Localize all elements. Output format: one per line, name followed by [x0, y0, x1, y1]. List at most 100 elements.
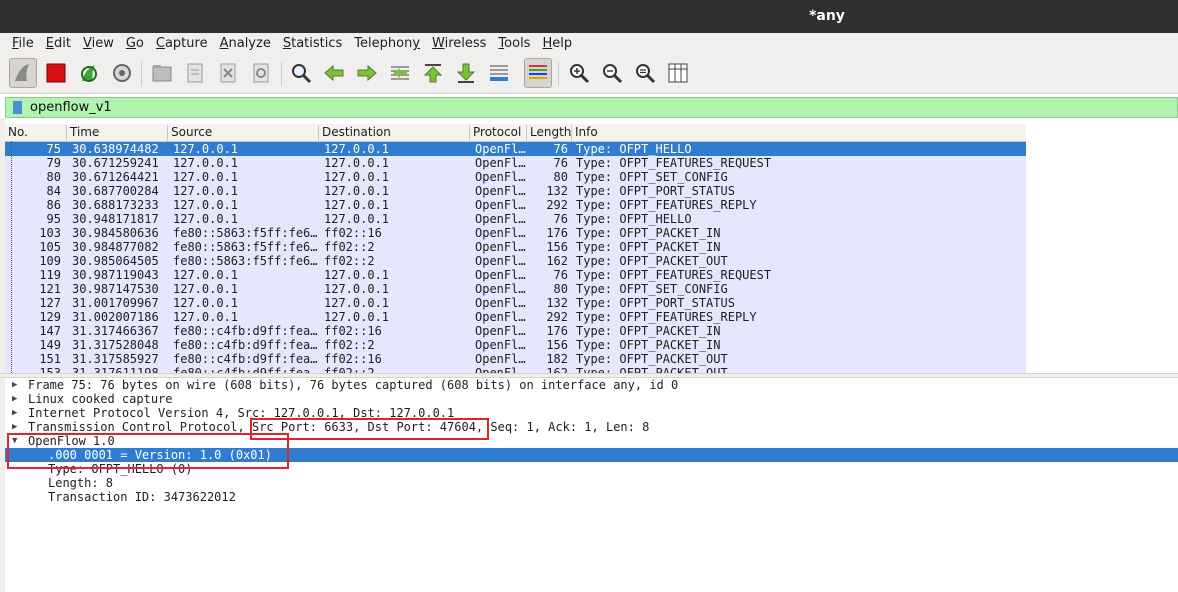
collapse-arrow-icon[interactable]: ▶	[12, 392, 17, 406]
column-header-no[interactable]: No.	[5, 125, 67, 141]
packet-row[interactable]: 75 30.638974482 127.0.0.1 127.0.0.1 OpenFl… 7…	[5, 142, 1026, 156]
packet-row[interactable]: 95 30.948171817 127.0.0.1 127.0.0.1 OpenFl… 7…	[5, 212, 1026, 226]
packet-cell-len: 76	[553, 212, 568, 226]
menu-capture[interactable]: Capture	[150, 36, 214, 51]
packet-cell-dst: 127.0.0.1	[324, 268, 390, 282]
resize-columns-icon[interactable]	[664, 58, 692, 88]
packet-list-header: No. Time Source Destination Protocol Len…	[5, 124, 1026, 142]
packet-row[interactable]: 80 30.671264421 127.0.0.1 127.0.0.1 OpenFl… 8…	[5, 170, 1026, 184]
packet-cell-src: fe80::5863:f5ff:fe6…	[173, 226, 318, 240]
packet-cell-len: 176	[546, 226, 568, 240]
packet-row[interactable]: 147 31.317466367 fe80::c4fb:d9ff:fea… ff02:…	[5, 324, 1026, 338]
close-file-icon[interactable]	[214, 58, 242, 88]
packet-cell-time: 31.317585927	[72, 352, 159, 366]
packet-cell-info: Type: OFPT_PACKET_IN	[576, 226, 721, 240]
packet-cell-src: 127.0.0.1	[173, 268, 239, 282]
packet-row[interactable]: 127 31.001709967 127.0.0.1 127.0.0.1 OpenFl……	[5, 296, 1026, 310]
packet-cell-dst: 127.0.0.1	[324, 296, 390, 310]
packet-cell-no: 151	[39, 352, 61, 366]
packet-cell-info: Type: OFPT_FEATURES_REPLY	[576, 198, 757, 212]
detail-text: Length: 8	[48, 476, 114, 490]
packet-cell-info: Type: OFPT_FEATURES_REQUEST	[576, 268, 772, 282]
go-forward-icon[interactable]	[353, 58, 381, 88]
open-file-icon[interactable]	[148, 58, 176, 88]
main-toolbar	[0, 54, 1178, 94]
reload-file-icon[interactable]	[247, 58, 275, 88]
packet-cell-no: 129	[39, 310, 61, 324]
save-file-icon[interactable]	[181, 58, 209, 88]
packet-cell-len: 76	[553, 156, 568, 170]
detail-row[interactable]: ▶ Frame 75: 76 bytes on wire (608 bits), …	[5, 378, 1178, 392]
menu-wireless[interactable]: Wireless	[426, 36, 492, 51]
go-to-packet-icon[interactable]	[386, 58, 414, 88]
packet-cell-info: Type: OFPT_PACKET_OUT	[576, 366, 728, 373]
detail-row[interactable]: ▶ Linux cooked capture	[5, 392, 1178, 406]
packet-row[interactable]: 109 30.985064505 fe80::5863:f5ff:fe6… ff02:…	[5, 254, 1026, 268]
menu-tools[interactable]: Tools	[492, 36, 536, 51]
packet-cell-len: 292	[546, 198, 568, 212]
menu-edit[interactable]: Edit	[40, 36, 77, 51]
column-header-protocol[interactable]: Protocol	[470, 125, 527, 141]
column-header-info[interactable]: Info	[572, 125, 1026, 141]
packet-row[interactable]: 149 31.317528048 fe80::c4fb:d9ff:fea… ff02:…	[5, 338, 1026, 352]
packet-cell-time: 30.987147530	[72, 282, 159, 296]
packet-row[interactable]: 119 30.987119043 127.0.0.1 127.0.0.1 OpenFl……	[5, 268, 1026, 282]
zoom-out-icon[interactable]	[598, 58, 626, 88]
packet-row[interactable]: 129 31.002007186 127.0.0.1 127.0.0.1 OpenFl……	[5, 310, 1026, 324]
menu-file[interactable]: File	[6, 36, 40, 51]
last-packet-icon[interactable]	[452, 58, 480, 88]
detail-row[interactable]: Transaction ID: 3473622012	[5, 490, 1178, 504]
menu-go[interactable]: Go	[120, 36, 150, 51]
collapse-arrow-icon[interactable]: ▶	[12, 378, 17, 392]
menu-view[interactable]: View	[77, 36, 120, 51]
menu-help[interactable]: Help	[536, 36, 578, 51]
shark-fin-start-icon[interactable]	[9, 58, 37, 88]
capture-options-icon[interactable]	[108, 58, 136, 88]
detail-row[interactable]: ▶ Transmission Control Protocol, Src Port…	[5, 420, 1178, 434]
display-filter-input[interactable]	[30, 99, 1130, 116]
column-header-length[interactable]: Length	[527, 125, 572, 141]
stop-capture-icon[interactable]	[42, 58, 70, 88]
zoom-normal-icon[interactable]	[631, 58, 659, 88]
packet-cell-len: 162	[546, 366, 568, 373]
packet-row[interactable]: 105 30.984877082 fe80::5863:f5ff:fe6… ff02:…	[5, 240, 1026, 254]
collapse-arrow-icon[interactable]: ▶	[12, 420, 17, 434]
packet-cell-len: 162	[546, 254, 568, 268]
packet-cell-len: 76	[553, 142, 568, 156]
packet-row[interactable]: 79 30.671259241 127.0.0.1 127.0.0.1 OpenFl… 7…	[5, 156, 1026, 170]
packet-list[interactable]: No. Time Source Destination Protocol Len…	[5, 124, 1026, 373]
column-header-source[interactable]: Source	[168, 125, 319, 141]
collapse-arrow-icon[interactable]: ▶	[12, 406, 17, 420]
go-back-icon[interactable]	[320, 58, 348, 88]
menu-telephony[interactable]: Telephony	[348, 36, 426, 51]
menu-statistics[interactable]: Statistics	[277, 36, 348, 51]
find-packet-icon[interactable]	[287, 58, 315, 88]
packet-cell-no: 109	[39, 254, 61, 268]
packet-cell-info: Type: OFPT_PACKET_IN	[576, 338, 721, 352]
packet-row[interactable]: 103 30.984580636 fe80::5863:f5ff:fe6… ff02:…	[5, 226, 1026, 240]
first-packet-icon[interactable]	[419, 58, 447, 88]
packet-cell-src: 127.0.0.1	[173, 296, 239, 310]
detail-row[interactable]: ▶ Internet Protocol Version 4, Src: 127.0…	[5, 406, 1178, 420]
bookmark-icon[interactable]	[13, 101, 22, 114]
packet-row[interactable]: 151 31.317585927 fe80::c4fb:d9ff:fea… ff02:…	[5, 352, 1026, 366]
packet-cell-info: Type: OFPT_HELLO	[576, 212, 692, 226]
packet-cell-no: 95	[46, 212, 61, 226]
packet-cell-no: 147	[39, 324, 61, 338]
zoom-in-icon[interactable]	[565, 58, 593, 88]
packet-details-pane[interactable]: ▶ Frame 75: 76 bytes on wire (608 bits), …	[5, 378, 1178, 592]
autoscroll-icon[interactable]	[485, 58, 513, 88]
column-header-time[interactable]: Time	[67, 125, 168, 141]
packet-row[interactable]: 153 31.317611198 fe80::c4fb:d9ff:fea… ff02:…	[5, 366, 1026, 373]
packet-cell-info: Type: OFPT_PACKET_OUT	[576, 254, 728, 268]
packet-row[interactable]: 121 30.987147530 127.0.0.1 127.0.0.1 OpenFl……	[5, 282, 1026, 296]
colorize-icon[interactable]	[524, 58, 552, 88]
packet-row[interactable]: 86 30.688173233 127.0.0.1 127.0.0.1 OpenFl… 2…	[5, 198, 1026, 212]
detail-row[interactable]: Length: 8	[5, 476, 1178, 490]
packet-cell-src: 127.0.0.1	[173, 156, 239, 170]
menu-analyze[interactable]: Analyze	[214, 36, 277, 51]
packet-cell-time: 30.638974482	[72, 142, 159, 156]
column-header-destination[interactable]: Destination	[319, 125, 470, 141]
restart-capture-icon[interactable]	[75, 58, 103, 88]
packet-row[interactable]: 84 30.687700284 127.0.0.1 127.0.0.1 OpenFl… 1…	[5, 184, 1026, 198]
